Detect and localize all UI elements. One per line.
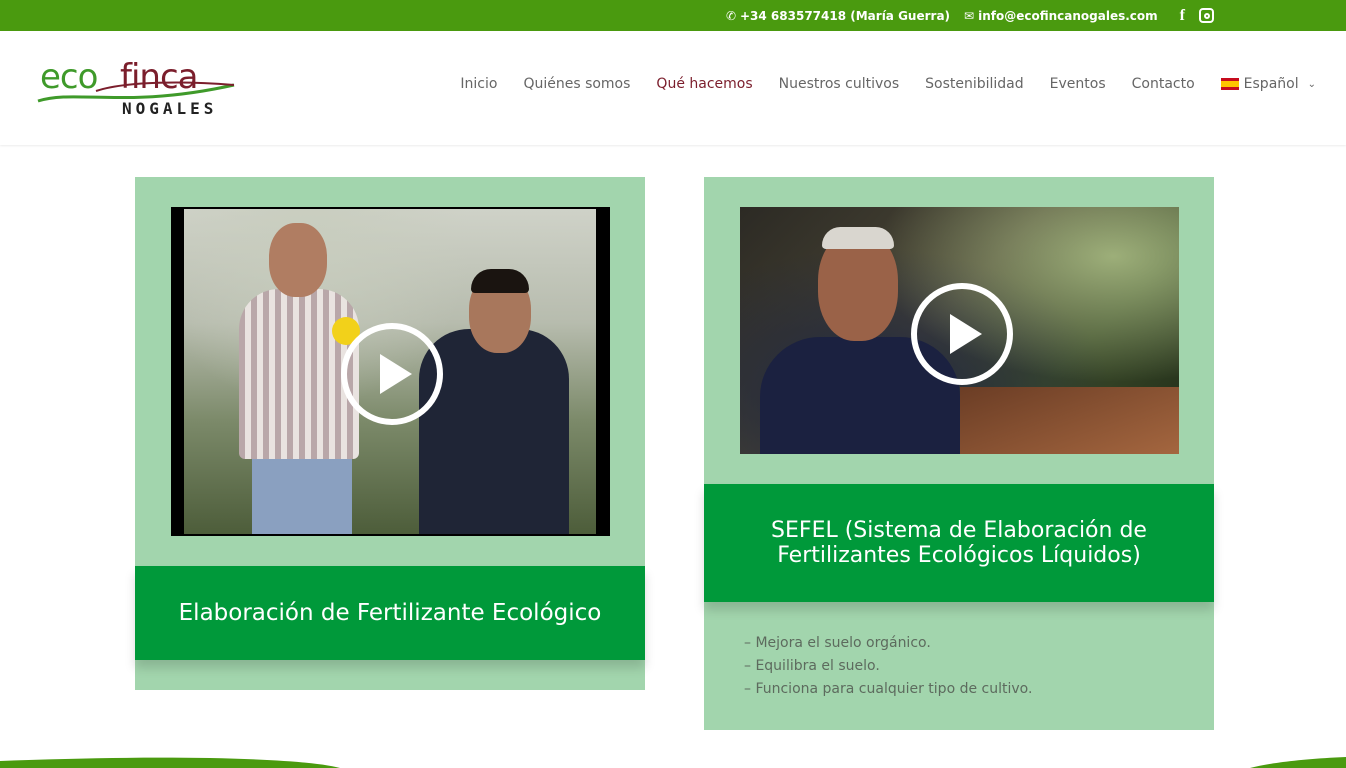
social-links: f (1180, 7, 1214, 25)
nav-item-que-hacemos[interactable]: Qué hacemos (656, 76, 752, 92)
play-icon[interactable] (341, 323, 443, 425)
logo-text-nogales: NOGALES (122, 99, 218, 118)
interviewer-hair (471, 269, 529, 293)
phone-text: +34 683577418 (María Guerra) (740, 8, 951, 23)
facebook-icon[interactable]: f (1180, 7, 1185, 25)
nav-item-inicio[interactable]: Inicio (460, 76, 497, 92)
nav-item-eventos[interactable]: Eventos (1050, 76, 1106, 92)
list-item: – Mejora el suelo orgánico. (744, 635, 931, 651)
video-player-sefel[interactable] (740, 207, 1179, 454)
email-text: info@ecofincanogales.com (978, 8, 1158, 23)
fertilizer-card: Elaboración de Fertilizante Ecológico (135, 177, 645, 690)
email-link[interactable]: ✉ info@ecofincanogales.com (964, 9, 1158, 23)
video-player-fertilizer[interactable] (171, 207, 610, 536)
top-bar: ✆ +34 683577418 (María Guerra) ✉ info@ec… (0, 0, 1346, 31)
table-shape (960, 387, 1179, 454)
sefel-benefits-list: – Mejora el suelo orgánico. – Equilibra … (744, 632, 1032, 701)
list-item: – Funciona para cualquier tipo de cultiv… (744, 681, 1033, 697)
nav-item-nuestros-cultivos[interactable]: Nuestros cultivos (779, 76, 899, 92)
speaker-hair (822, 227, 894, 249)
site-logo[interactable]: eco finca NOGALES (36, 55, 236, 125)
nav-item-quienes-somos[interactable]: Quiénes somos (523, 76, 630, 92)
language-label: Español (1243, 76, 1299, 92)
nav-item-sostenibilidad[interactable]: Sostenibilidad (925, 76, 1024, 92)
phone-link[interactable]: ✆ +34 683577418 (María Guerra) (726, 9, 950, 23)
list-item: – Equilibra el suelo. (744, 658, 880, 674)
nav-item-contacto[interactable]: Contacto (1132, 76, 1195, 92)
interviewer-figure (419, 329, 569, 534)
phone-icon: ✆ (725, 8, 736, 23)
logo-text-finca: finca (120, 57, 198, 97)
card-title: SEFEL (Sistema de Elaboración de Fertili… (704, 484, 1214, 602)
language-selector[interactable]: Español ⌄ (1220, 76, 1316, 92)
spain-flag-icon (1220, 78, 1239, 90)
interviewee-legs (252, 459, 352, 534)
site-header: eco finca NOGALES Inicio Quiénes somos Q… (0, 31, 1346, 145)
sefel-card: SEFEL (Sistema de Elaboración de Fertili… (704, 177, 1214, 730)
instagram-icon[interactable] (1199, 8, 1214, 23)
logo-text-eco: eco (40, 57, 98, 97)
top-bar-contact: ✆ +34 683577418 (María Guerra) ✉ info@ec… (726, 0, 1214, 31)
play-icon[interactable] (911, 283, 1013, 385)
envelope-icon: ✉ (964, 8, 975, 23)
chevron-down-icon: ⌄ (1307, 78, 1316, 90)
interviewee-head (269, 223, 327, 297)
main-nav: Inicio Quiénes somos Qué hacemos Nuestro… (460, 76, 1316, 92)
bottom-wave-divider (0, 757, 1346, 768)
card-title: Elaboración de Fertilizante Ecológico (135, 566, 645, 660)
